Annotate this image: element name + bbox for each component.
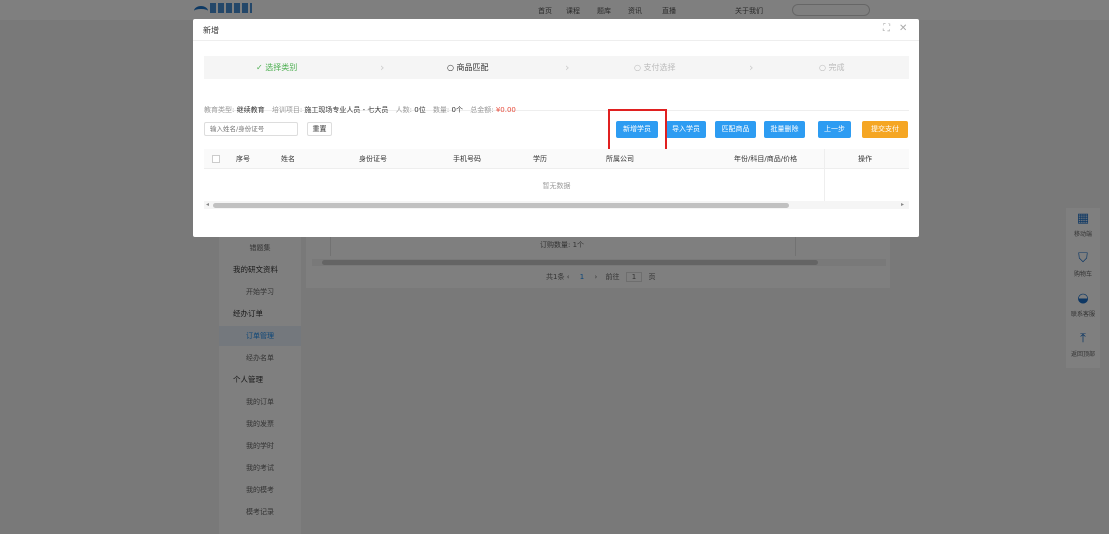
col-company: 所属公司 (606, 155, 634, 163)
scrollbar-thumb[interactable] (213, 203, 789, 208)
maximize-icon[interactable]: ⛶ (883, 24, 890, 34)
col-phone: 手机号码 (453, 155, 481, 163)
close-icon[interactable]: ✕ (899, 24, 907, 34)
chevron-right-icon: › (380, 61, 385, 74)
import-student-button[interactable]: 导入学员 (666, 121, 706, 138)
edu-type-label: 教育类型: (204, 106, 235, 114)
modal-title: 新增 (203, 26, 219, 35)
empty-state: 暂无数据 (542, 182, 571, 190)
order-summary: 教育类型: 继续教育 培训项目: 施工现场专业人员 - 七大员 人数: 0位 数… (204, 105, 516, 115)
total-label: 总金额: (470, 106, 494, 114)
scroll-right-icon[interactable]: ▸ (901, 201, 904, 209)
people-value: 0位 (414, 106, 426, 114)
circle-icon: ○ (447, 63, 454, 72)
student-table: 序号 姓名 身份证号 手机号码 学历 所属公司 年份/科目/商品/价格 操作 暂… (204, 149, 909, 213)
batch-delete-button[interactable]: 批量删除 (764, 121, 805, 138)
edu-type-value: 继续教育 (236, 106, 265, 114)
step-complete: ○ 完成 (819, 63, 845, 72)
step-payment: ○ 支付选择 (634, 63, 676, 72)
scroll-left-icon[interactable]: ◂ (206, 201, 209, 209)
col-actions: 操作 (858, 155, 872, 163)
step-bar: ✓ 选择类别 › ○ 商品匹配 › ○ 支付选择 › ○ 完成 (204, 56, 909, 79)
select-all-checkbox[interactable] (212, 155, 220, 163)
circle-icon: ○ (819, 63, 826, 72)
match-goods-button[interactable]: 匹配商品 (715, 121, 756, 138)
chevron-right-icon: › (565, 61, 570, 74)
col-name: 姓名 (281, 155, 295, 163)
col-id-number: 身份证号 (359, 155, 387, 163)
modal-header: 新增 ⛶ ✕ (193, 19, 919, 41)
prev-step-button[interactable]: 上一步 (818, 121, 851, 138)
reset-button[interactable]: 重置 (307, 122, 332, 136)
table-header: 序号 姓名 身份证号 手机号码 学历 所属公司 年份/科目/商品/价格 操作 (204, 149, 909, 169)
circle-icon: ○ (634, 63, 641, 72)
step-select-category: ✓ 选择类别 (256, 63, 298, 72)
fixed-column-divider (824, 149, 825, 203)
chevron-right-icon: › (749, 61, 754, 74)
qty-label: 数量: (432, 106, 450, 114)
project-value: 施工现场专业人员 - 七大员 (304, 106, 389, 114)
people-label: 人数: (395, 106, 412, 114)
table-body: 暂无数据 (204, 169, 909, 203)
col-education: 学历 (533, 155, 547, 163)
submit-pay-button[interactable]: 提交支付 (862, 121, 908, 138)
search-input[interactable] (204, 122, 298, 136)
check-circle-icon: ✓ (256, 63, 263, 72)
col-goods: 年份/科目/商品/价格 (734, 155, 798, 163)
table-scrollbar[interactable]: ◂ ▸ (204, 201, 909, 209)
add-order-modal: 新增 ⛶ ✕ ✓ 选择类别 › ○ 商品匹配 › ○ 支付选择 › ○ 完成 教… (193, 19, 919, 237)
project-label: 培训项目: (271, 106, 303, 114)
step-goods-match: ○ 商品匹配 (447, 63, 489, 72)
qty-value: 0个 (451, 106, 463, 114)
col-index: 序号 (236, 155, 250, 163)
total-value: ¥0.00 (495, 106, 516, 114)
